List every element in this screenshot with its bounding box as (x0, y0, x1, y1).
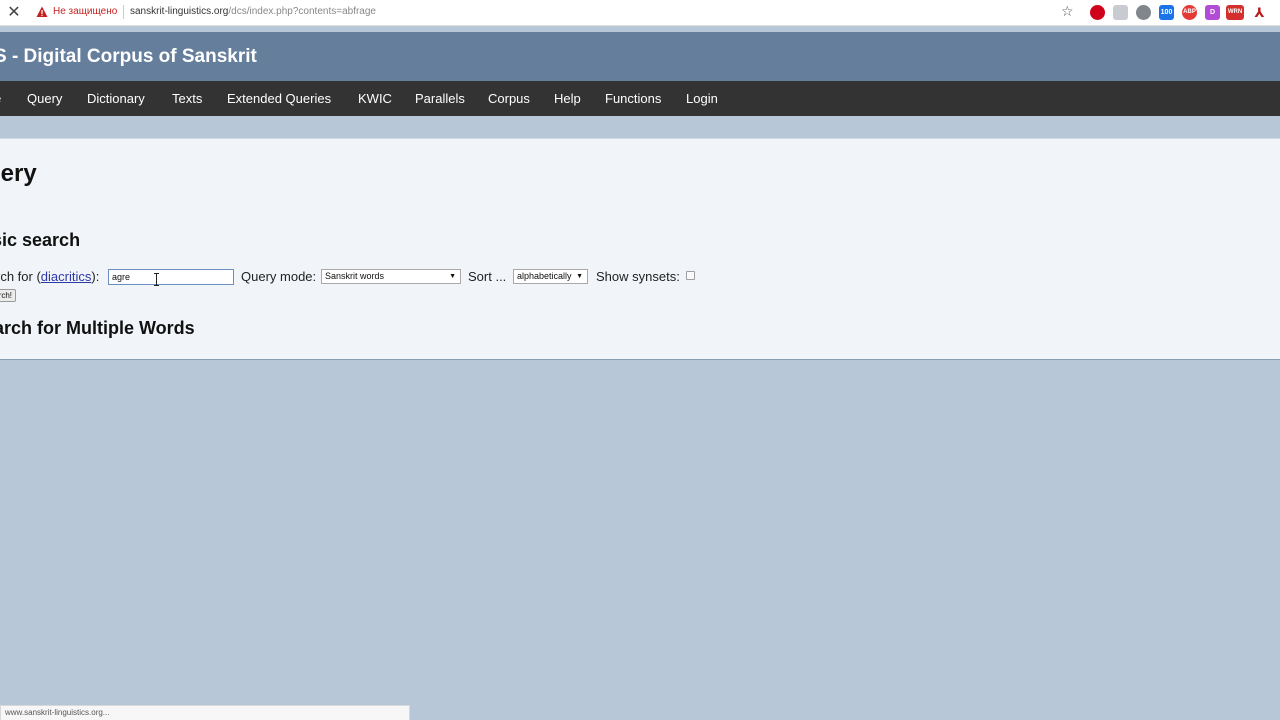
sort-select[interactable]: alphabetically ▼ (513, 269, 588, 284)
show-synsets-label: Show synsets: (596, 269, 680, 284)
close-icon[interactable]: ✕ (6, 4, 22, 20)
d-icon[interactable]: D (1205, 5, 1220, 20)
diacritics-link[interactable]: diacritics (41, 269, 92, 284)
opera-icon[interactable] (1090, 5, 1105, 20)
url-field[interactable]: sanskrit-linguistics.org/dcs/index.php?c… (130, 6, 376, 17)
nav-item-home[interactable]: e (0, 91, 1, 106)
nav-item-kwic[interactable]: KWIC (358, 91, 392, 106)
chevron-down-icon: ▼ (576, 273, 583, 280)
url-host: sanskrit-linguistics.org (130, 6, 229, 17)
globe-icon[interactable] (1136, 5, 1151, 20)
nav-item-help[interactable]: Help (554, 91, 581, 106)
site-title: S - Digital Corpus of Sanskrit (0, 46, 257, 67)
sort-value: alphabetically (517, 271, 572, 281)
search-for-label: rch for (diacritics): (0, 269, 99, 284)
page-title: uery (0, 160, 37, 187)
url-separator (123, 5, 124, 19)
nav-item-extended-queries[interactable]: Extended Queries (227, 91, 331, 106)
pdf-icon[interactable]: ⅄ (1252, 5, 1267, 20)
nav-item-texts[interactable]: Texts (172, 91, 202, 106)
nav-spacer (0, 116, 1280, 138)
nav-item-parallels[interactable]: Parallels (415, 91, 465, 106)
url-path: /dcs/index.php?contents=abfrage (228, 6, 376, 17)
nav-item-query[interactable]: Query (27, 91, 62, 106)
chevron-down-icon: ▼ (449, 273, 456, 280)
warning-icon[interactable] (36, 6, 48, 18)
query-mode-select[interactable]: Sanskrit words ▼ (321, 269, 461, 284)
show-synsets-checkbox[interactable] (686, 271, 695, 280)
multiple-words-heading: arch for Multiple Words (0, 318, 195, 338)
query-mode-value: Sanskrit words (325, 271, 385, 281)
query-mode-label: Query mode: (241, 269, 317, 284)
nav-item-dictionary[interactable]: Dictionary (87, 91, 145, 106)
bookmark-star-icon[interactable]: ☆ (1061, 4, 1077, 20)
search-button[interactable]: rch! (0, 289, 16, 302)
adblock-icon[interactable]: ABP (1182, 5, 1197, 20)
browser-address-bar: ✕ Не защищено sanskrit-linguistics.org/d… (0, 0, 1280, 26)
security-status[interactable]: Не защищено (53, 6, 117, 17)
status-bar: www.sanskrit-linguistics.org... (0, 705, 410, 720)
basic-search-heading: sic search (0, 230, 81, 250)
nav-item-functions[interactable]: Functions (605, 91, 661, 106)
nav-item-login[interactable]: Login (686, 91, 718, 106)
search-input[interactable] (108, 269, 234, 285)
nav-item-corpus[interactable]: Corpus (488, 91, 530, 106)
wrn-icon[interactable]: WRN (1226, 5, 1244, 20)
sort-label: Sort ... (468, 269, 507, 284)
search-for-suffix: ): (91, 269, 100, 284)
text-cursor-icon (154, 273, 159, 286)
search-for-prefix: rch for ( (0, 269, 41, 284)
counter-icon[interactable]: 100 (1159, 5, 1174, 20)
extension-icon[interactable] (1113, 5, 1128, 20)
